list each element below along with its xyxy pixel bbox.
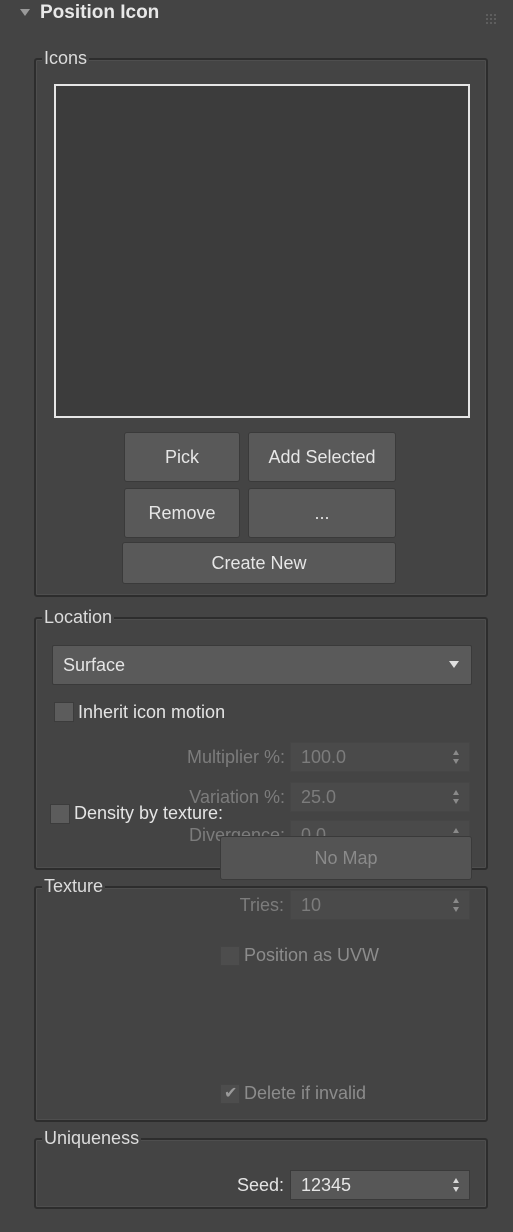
icons-listbox[interactable]: [54, 84, 470, 418]
spinner-arrows-icon[interactable]: [453, 1178, 461, 1194]
seed-value[interactable]: 12345: [301, 1174, 351, 1196]
seed-label: Seed:: [236, 1175, 284, 1195]
rollout-title[interactable]: Position Icon: [40, 2, 159, 24]
inherit-motion-label[interactable]: Inherit icon motion: [78, 701, 225, 723]
texture-group-label: Texture: [42, 875, 106, 897]
position-as-uvw-label: Position as UVW: [244, 945, 380, 965]
create-new-button[interactable]: Create New: [122, 542, 396, 584]
rollout-header[interactable]: Position Icon: [0, 0, 513, 52]
tries-spinner: 10: [290, 890, 470, 920]
add-selected-button[interactable]: Add Selected: [248, 432, 396, 482]
multiplier-value: 100.0: [301, 747, 347, 767]
spinner-arrows-icon: [453, 898, 461, 914]
pick-button[interactable]: Pick: [124, 432, 240, 482]
tries-label: Tries:: [239, 895, 284, 915]
multiplier-label: Multiplier %:: [186, 747, 285, 767]
collapse-arrow-icon[interactable]: [20, 9, 30, 16]
remove-button[interactable]: Remove: [124, 488, 240, 538]
multiplier-spinner: 100.0: [290, 742, 470, 772]
variation-value: 25.0: [301, 787, 337, 807]
density-by-texture-label[interactable]: Density by texture:: [74, 802, 223, 824]
drag-grip-icon[interactable]: [486, 14, 498, 26]
position-as-uvw-checkbox: [220, 946, 240, 966]
delete-if-invalid-checkbox: ✔: [220, 1084, 240, 1104]
density-by-texture-checkbox[interactable]: [50, 804, 70, 824]
no-map-button: No Map: [220, 836, 472, 880]
delete-if-invalid-label: Delete if invalid: [244, 1083, 367, 1103]
icons-group-label: Icons: [42, 47, 90, 69]
inherit-motion-checkbox[interactable]: [54, 702, 74, 722]
location-mode-value: Surface: [63, 654, 126, 675]
spinner-arrows-icon: [453, 750, 461, 766]
checkmark-icon: ✔: [224, 1085, 238, 1102]
more-options-button[interactable]: ...: [248, 488, 396, 538]
location-mode-dropdown[interactable]: Surface: [52, 645, 472, 685]
tries-value: 10: [301, 895, 322, 915]
location-group-label: Location: [42, 606, 115, 628]
variation-spinner: 25.0: [290, 782, 470, 812]
uniqueness-group-label: Uniqueness: [42, 1127, 142, 1149]
spinner-arrows-icon: [453, 790, 461, 806]
chevron-down-icon: [449, 661, 459, 668]
seed-spinner[interactable]: 12345: [290, 1170, 470, 1200]
